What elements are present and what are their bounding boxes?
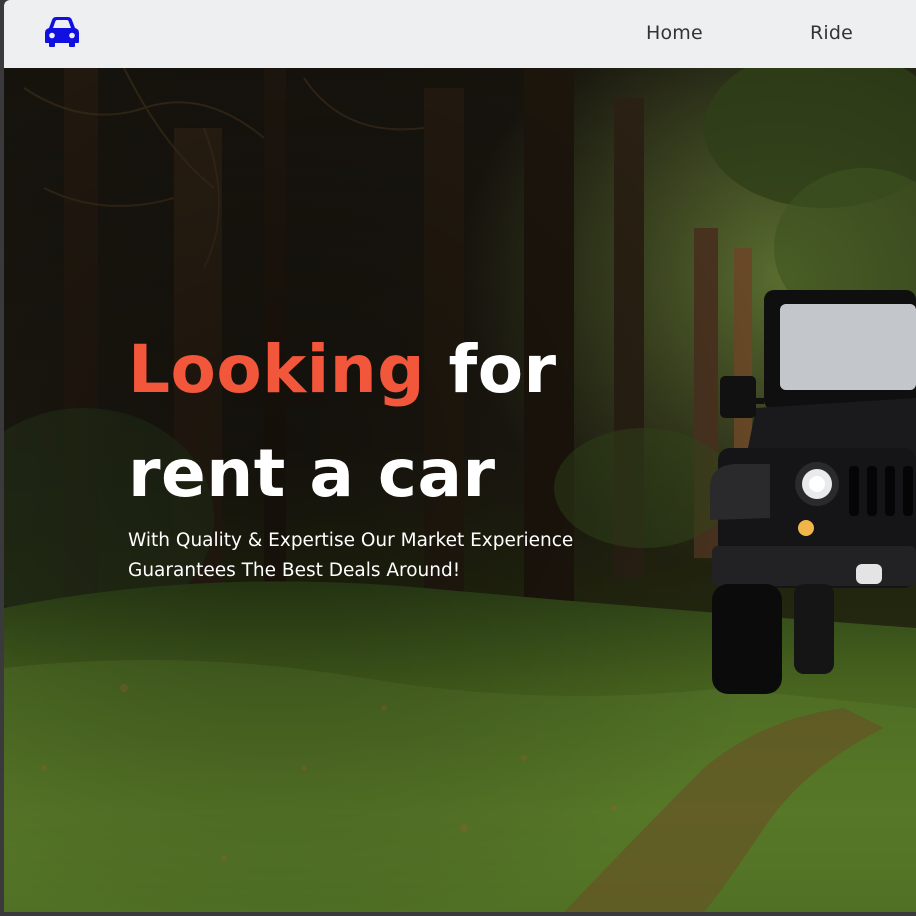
- browser-viewport: Home Ride Looking for rent a car With Qu…: [4, 0, 916, 912]
- logo-link[interactable]: [44, 16, 80, 48]
- car-icon: [45, 17, 79, 47]
- nav-link-home[interactable]: Home: [646, 22, 703, 44]
- hero-section: Looking for rent a car With Quality & Exp…: [4, 68, 916, 912]
- hero-title-line2: rent a car: [128, 435, 496, 512]
- hero-subtitle: With Quality & Expertise Our Market Expe…: [128, 526, 628, 586]
- hero-subtitle-line2: Guarantees The Best Deals Around!: [128, 560, 461, 581]
- navbar: Home Ride: [4, 0, 916, 68]
- hero-title: Looking for rent a car: [128, 318, 557, 526]
- hero-title-rest: for: [448, 331, 557, 408]
- hero-title-accent: Looking: [128, 331, 425, 408]
- nav-link-ride[interactable]: Ride: [810, 22, 853, 44]
- hero-subtitle-line1: With Quality & Expertise Our Market Expe…: [128, 530, 574, 551]
